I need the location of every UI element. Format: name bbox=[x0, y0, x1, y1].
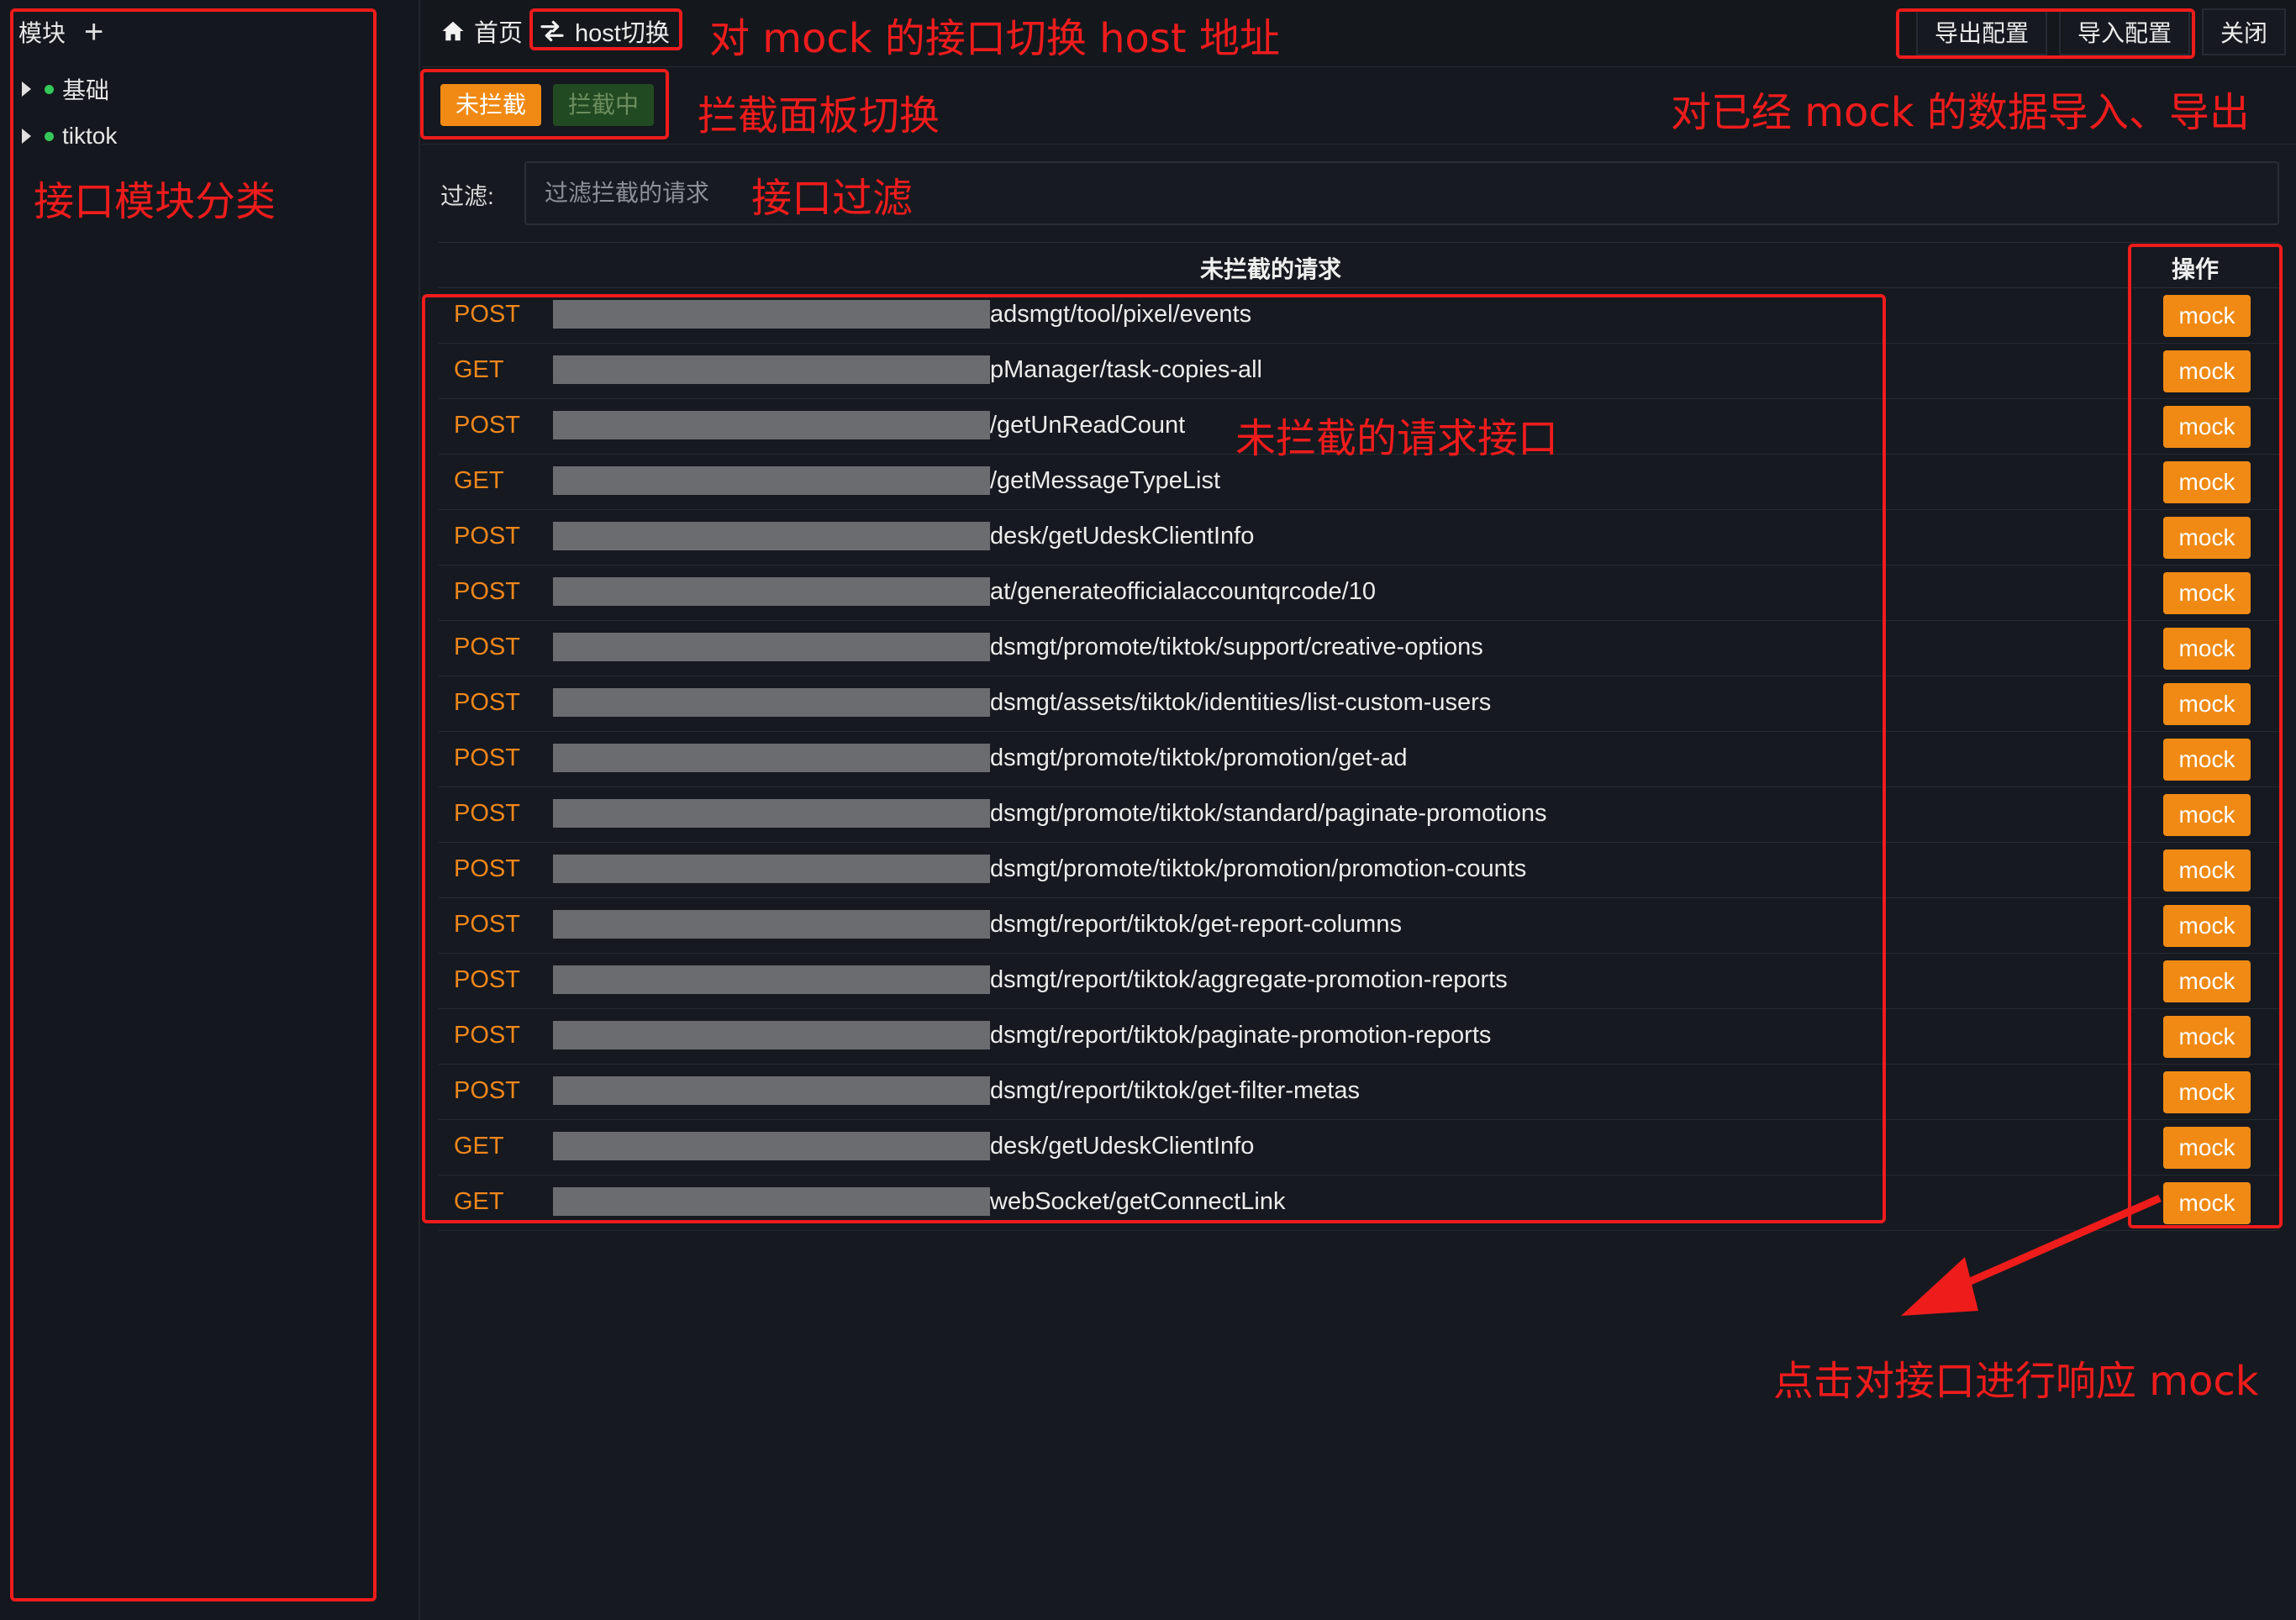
annotation-arrow-icon bbox=[1901, 1194, 2162, 1316]
